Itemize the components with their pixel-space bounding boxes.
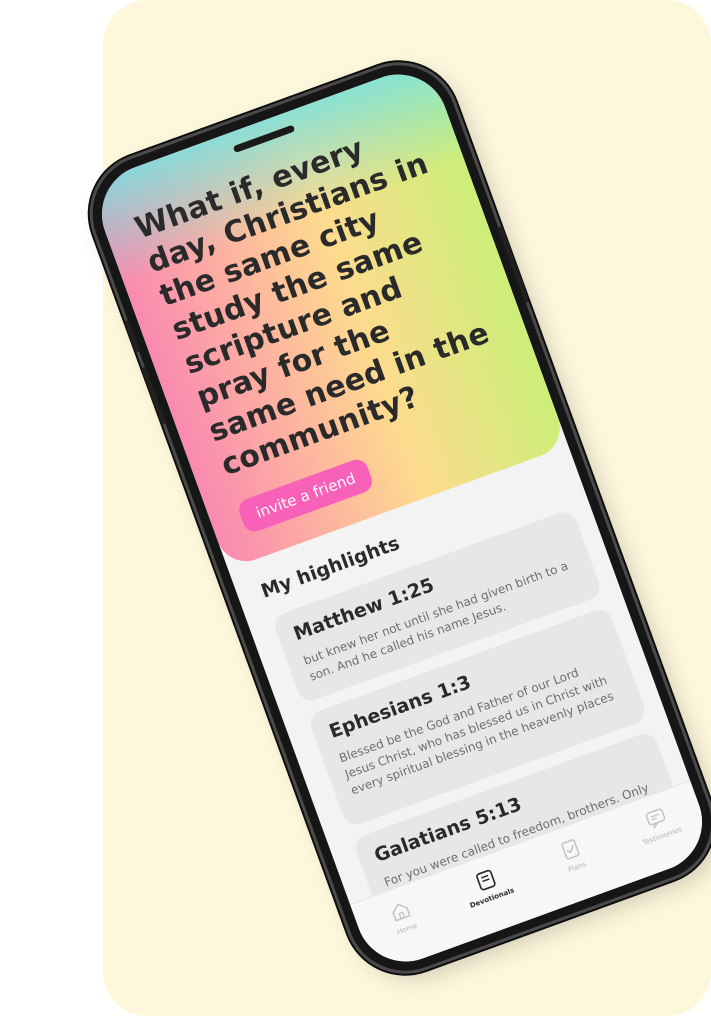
testimonies-icon [645, 808, 666, 829]
devotionals-icon [475, 869, 496, 891]
camera-notch [232, 124, 296, 154]
tab-label: Devotionals [468, 886, 516, 910]
tab-label: Home [396, 921, 419, 937]
tab-home[interactable]: Home [359, 887, 446, 946]
tab-devotionals[interactable]: Devotionals [444, 856, 531, 915]
hero-title: What if, every day, Christians in the sa… [130, 131, 494, 484]
home-icon [392, 903, 411, 922]
tab-testimonies[interactable]: Testimonies [614, 794, 701, 853]
plans-icon [561, 839, 580, 860]
tab-plans[interactable]: Plans [529, 825, 616, 884]
tab-label: Plans [567, 860, 588, 875]
